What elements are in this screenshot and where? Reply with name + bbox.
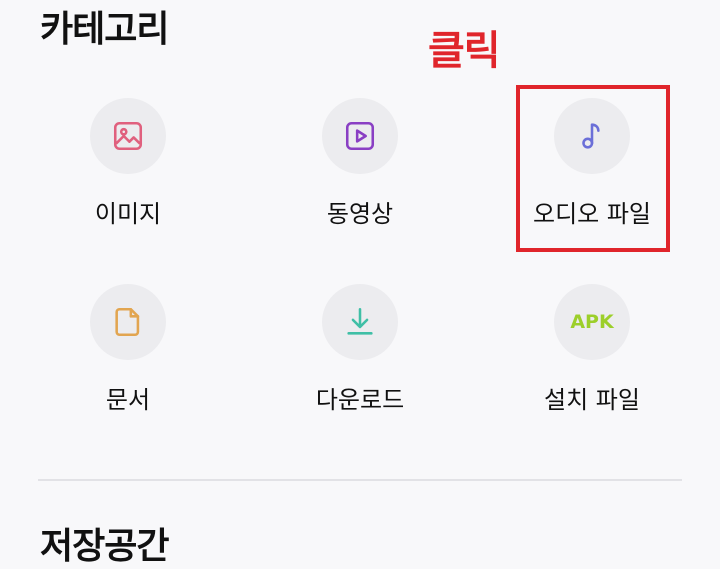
category-audio-files[interactable]: 오디오 파일	[492, 98, 692, 238]
category-label: 설치 파일	[544, 386, 640, 414]
category-documents[interactable]: 문서	[28, 284, 228, 424]
category-section-title: 카테고리	[40, 9, 169, 50]
document-icon	[115, 307, 140, 337]
category-downloads[interactable]: 다운로드	[260, 284, 460, 424]
music-note-icon	[582, 123, 600, 149]
click-annotation: 클릭	[428, 28, 501, 74]
category-install-files[interactable]: APK 설치 파일	[492, 284, 692, 424]
image-icon-circle	[90, 98, 166, 174]
music-note-icon-circle	[554, 98, 630, 174]
download-icon	[347, 307, 373, 335]
category-label: 동영상	[326, 200, 394, 228]
video-icon	[345, 121, 375, 151]
category-videos[interactable]: 동영상	[260, 98, 460, 238]
category-label: 이미지	[94, 200, 162, 228]
category-label: 문서	[105, 386, 151, 414]
section-divider	[38, 479, 682, 481]
download-icon-circle	[322, 284, 398, 360]
category-label: 오디오 파일	[532, 200, 652, 228]
storage-section-title: 저장공간	[40, 526, 169, 567]
category-images[interactable]: 이미지	[28, 98, 228, 238]
video-icon-circle	[322, 98, 398, 174]
apk-icon: APK	[570, 311, 614, 333]
document-icon-circle	[90, 284, 166, 360]
apk-icon-circle: APK	[554, 284, 630, 360]
image-icon	[113, 121, 143, 151]
category-label: 다운로드	[315, 386, 405, 414]
